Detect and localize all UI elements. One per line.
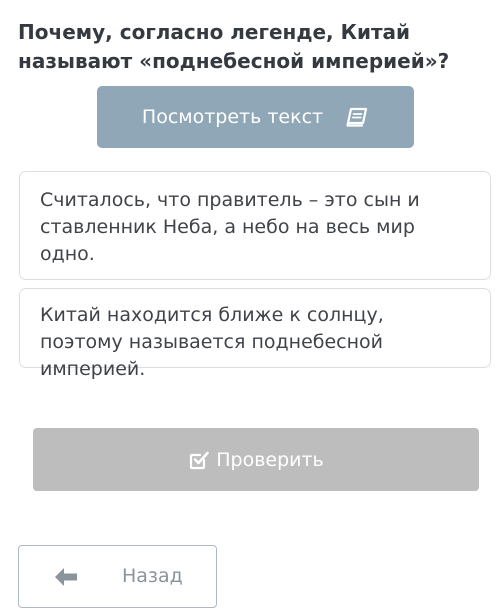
answer-option-1[interactable]: Считалось, что правитель – это сын и ста…	[19, 171, 491, 280]
answer-option-2[interactable]: Китай находится ближе к солнцу, поэтому …	[19, 288, 491, 380]
view-text-button[interactable]: Посмотреть текст	[97, 86, 414, 148]
arrow-left-icon	[53, 566, 79, 588]
back-button[interactable]: Назад	[18, 545, 217, 608]
view-text-label: Посмотреть текст	[141, 106, 324, 128]
task-page: Почему, согласно легенде, Китай называют…	[0, 0, 500, 615]
back-button-label: Назад	[122, 565, 183, 587]
check-button-label: Проверить	[216, 448, 324, 471]
check-button[interactable]: Проверить	[33, 428, 479, 491]
question-title: Почему, согласно легенде, Китай называют…	[18, 20, 450, 73]
book-icon	[345, 106, 369, 128]
checkbox-check-icon	[188, 449, 210, 471]
